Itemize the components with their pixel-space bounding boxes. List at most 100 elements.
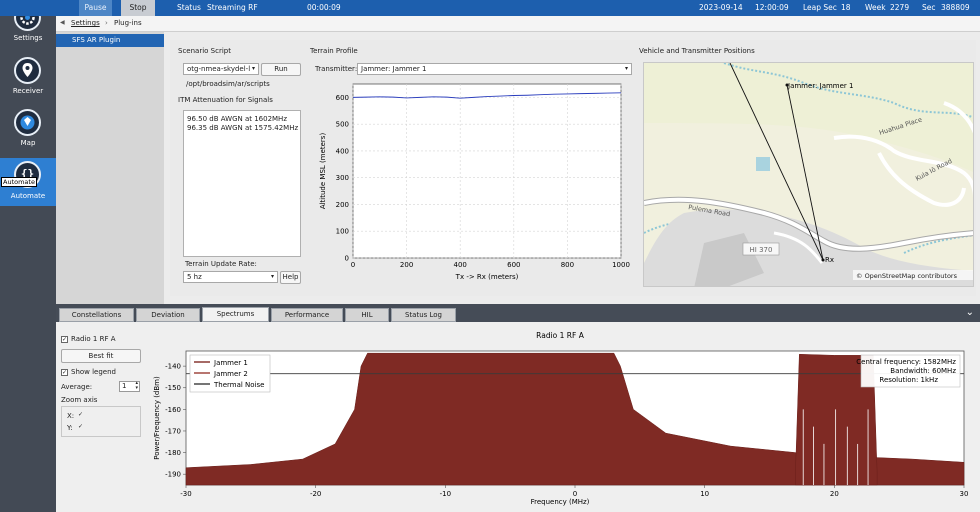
stop-button[interactable]: Stop: [121, 0, 155, 16]
best-fit-button[interactable]: Best fit: [61, 349, 141, 363]
x-tick-label: -30: [180, 490, 191, 498]
back-arrow-icon[interactable]: ◀: [60, 19, 65, 26]
sidebar-item-automate[interactable]: {} Automate Automate: [0, 158, 56, 206]
legend-item: Thermal Noise: [213, 381, 264, 389]
spectrum-legend: Jammer 1 Jammer 2 Thermal Noise: [189, 354, 271, 393]
week-label: Week: [865, 3, 886, 12]
breadcrumb-settings-link[interactable]: Settings: [71, 19, 100, 27]
zoom-y-label: Y:: [67, 424, 73, 432]
breadcrumb-current: Plug-ins: [114, 19, 142, 27]
y-tick-label: -140: [165, 363, 181, 371]
sidebar-item-receiver[interactable]: Receiver: [0, 54, 56, 106]
map-icon: [14, 109, 41, 136]
y-tick-label: 600: [336, 94, 349, 102]
spectrum-chart: Radio 1 RF A -30 -20 -10 0 10 20 30 -140 -150 -16…: [153, 331, 968, 506]
zoom-y-checkbox[interactable]: ✓: [77, 424, 84, 431]
spectrum-chart-title: Radio 1 RF A: [536, 331, 585, 340]
legend-item: Jammer 1: [213, 359, 248, 367]
sidebar-item-label: Map: [20, 139, 36, 147]
scenario-script-value: otg-nmea-skydel-l: [187, 65, 251, 73]
run-button[interactable]: Run: [261, 63, 301, 76]
chevron-down-icon: ▾: [251, 65, 255, 72]
central-frequency-text: Central frequency: 1582MHz: [856, 358, 956, 366]
spectrum-panel: ✓ Radio 1 RF A Best fit ✓ Show legend Av…: [56, 322, 980, 512]
sec-value: 388809: [941, 3, 970, 12]
water-feature: [756, 157, 770, 171]
tab-performance[interactable]: Performance: [271, 308, 343, 322]
tab-hil[interactable]: HIL: [345, 308, 389, 322]
zoom-x-checkbox[interactable]: ✓: [77, 412, 84, 419]
breadcrumb-separator: ›: [105, 19, 108, 27]
terrain-update-select[interactable]: 5 hz ▾: [183, 271, 278, 283]
stepper-arrows-icon[interactable]: ▴ ▾: [135, 381, 138, 391]
y-tick-label: -190: [165, 471, 181, 479]
transmitter-label: Transmitter:: [315, 65, 358, 73]
sidebar-item-label: Automate: [10, 192, 46, 200]
radio-checkbox[interactable]: ✓: [61, 336, 68, 343]
terrain-update-value: 5 hz: [187, 273, 202, 281]
scenario-script-title: Scenario Script: [178, 47, 231, 55]
terrain-y-axis-label: Altitude MSL (meters): [319, 133, 327, 210]
rx-map-label: Rx: [825, 256, 834, 264]
tab-constellations[interactable]: Constellations: [59, 308, 134, 322]
terrain-x-axis-label: Tx -> Rx (meters): [455, 273, 519, 281]
resolution-text: Resolution: 1kHz: [879, 376, 938, 384]
zoom-axis-label: Zoom axis: [61, 396, 98, 404]
sidebar-item-map[interactable]: Map: [0, 106, 56, 158]
tooltip: Automate: [1, 177, 37, 187]
sec-label: Sec: [922, 3, 936, 12]
transmitter-select[interactable]: Jammer: Jammer 1 ▾: [357, 63, 632, 75]
y-tick-label: 200: [336, 201, 349, 209]
status-value: Streaming RF: [207, 3, 258, 12]
scenario-script-select[interactable]: otg-nmea-skydel-l ▾: [183, 63, 259, 75]
plugin-list: SFS AR Plugin: [56, 32, 164, 304]
terrain-profile-title: Terrain Profile: [310, 47, 358, 55]
bottom-tab-bar: Constellations Deviation Spectrums Perfo…: [56, 304, 980, 322]
map-title: Vehicle and Transmitter Positions: [639, 47, 755, 55]
y-tick-label: -170: [165, 427, 181, 435]
list-item: 96.35 dB AWGN at 1575.42MHz: [187, 124, 299, 132]
help-button[interactable]: Help: [280, 271, 301, 284]
leap-sec-value: 18: [841, 3, 851, 12]
pause-button[interactable]: Pause: [79, 0, 112, 16]
x-tick-label: 800: [561, 261, 574, 269]
leap-sec-label: Leap Sec: [803, 3, 837, 12]
average-stepper[interactable]: 1 ▴ ▾: [119, 381, 140, 392]
map-canvas: Jammer: Jammer 1 Rx Pulema Road Huahua P…: [644, 63, 973, 286]
x-tick-label: 400: [454, 261, 467, 269]
y-tick-label: 100: [336, 228, 349, 236]
status-label: Status: [177, 3, 201, 12]
x-tick-label: 10: [700, 490, 709, 498]
average-label: Average:: [61, 383, 93, 391]
collapse-chevron-icon[interactable]: ⌄: [966, 307, 974, 318]
terrain-plot-area: [352, 83, 622, 259]
x-tick-label: 200: [400, 261, 413, 269]
spectrum-x-axis-label: Frequency (MHz): [531, 498, 590, 506]
tab-status-log[interactable]: Status Log: [391, 308, 456, 322]
map-view[interactable]: Jammer: Jammer 1 Rx Pulema Road Huahua P…: [643, 62, 974, 287]
script-path: /opt/broadsim/ar/scripts: [186, 80, 270, 88]
zoom-x-label: X:: [67, 412, 75, 420]
plugin-item-sfs-ar[interactable]: SFS AR Plugin: [56, 34, 164, 47]
radio-label: Radio 1 RF A: [71, 335, 116, 343]
week-value: 2279: [890, 3, 910, 12]
map-attribution[interactable]: © OpenStreetMap contributors: [856, 272, 958, 280]
itm-title: ITM Attenuation for Signals: [178, 96, 273, 104]
breadcrumb: ◀ Settings › Plug-ins: [56, 16, 980, 32]
jammer-map-label: Jammer: Jammer 1: [787, 82, 854, 90]
x-tick-label: 0: [351, 261, 355, 269]
date-value: 2023-09-14: [699, 3, 743, 12]
top-status-bar: Pause Stop Status Streaming RF 00:00:09 …: [0, 0, 980, 16]
spectrum-info-box: Central frequency: 1582MHz Bandwidth: 60…: [856, 354, 961, 388]
x-tick-label: 1000: [612, 261, 630, 269]
show-legend-checkbox[interactable]: ✓: [61, 369, 68, 376]
tab-spectrums[interactable]: Spectrums: [202, 307, 269, 322]
itm-attenuation-list[interactable]: 96.50 dB AWGN at 1602MHz 96.35 dB AWGN a…: [183, 110, 301, 257]
tab-deviation[interactable]: Deviation: [136, 308, 200, 322]
sidebar-item-label: Receiver: [12, 87, 44, 95]
spectrum-y-axis-label: Power/Frequency (dBm): [153, 376, 161, 460]
road-label: HI 370: [750, 246, 773, 254]
y-tick-label: 0: [345, 255, 349, 263]
x-tick-label: 20: [830, 490, 839, 498]
terrain-profile-chart: 0 200 400 600 800 1000 0 100 200 300 400 500 600 Tx …: [319, 83, 630, 281]
